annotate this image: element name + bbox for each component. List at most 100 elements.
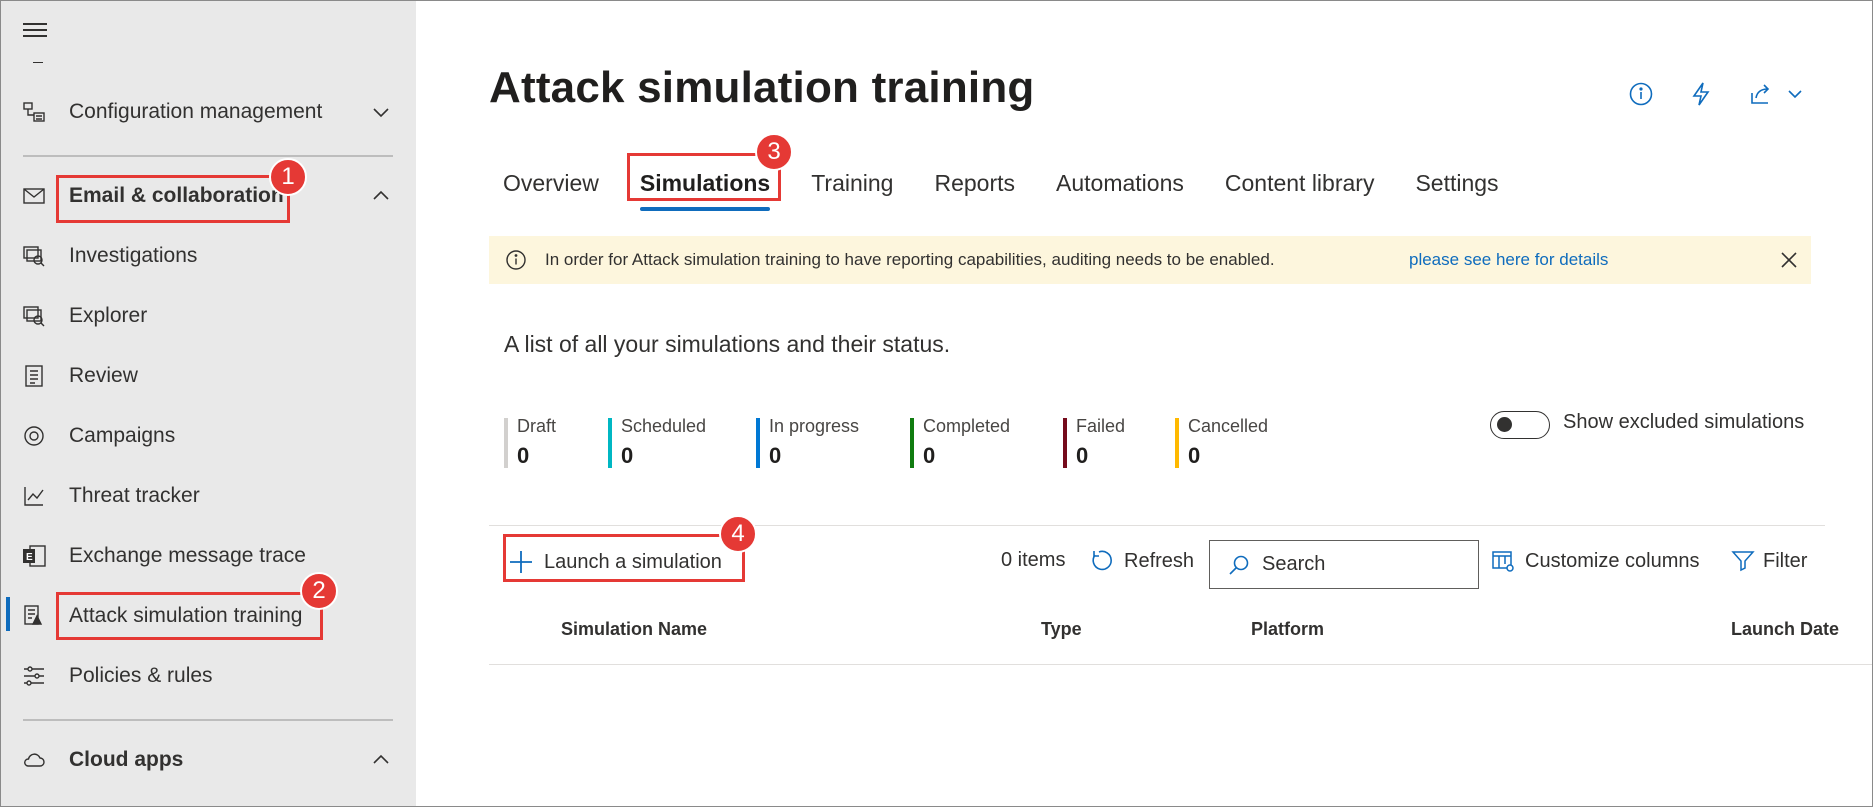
threat-tracker-icon: [21, 483, 47, 509]
sidebar: Configuration management Email & collabo…: [1, 1, 416, 806]
column-header-simulation-name[interactable]: Simulation Name: [561, 619, 707, 640]
stat-draft: Draft 0: [504, 416, 556, 468]
stat-value: 0: [1076, 443, 1089, 468]
info-icon: [506, 250, 526, 270]
hamburger-menu-icon[interactable]: [23, 23, 47, 41]
column-header-launch-date[interactable]: Launch Date: [1731, 619, 1839, 640]
stat-label: Draft: [517, 416, 557, 436]
sidebar-item-cloud-apps[interactable]: Cloud apps: [1, 735, 416, 785]
attack-simulation-icon: [21, 603, 47, 629]
share-icon[interactable]: [1746, 79, 1776, 109]
configuration-icon: [21, 99, 47, 125]
stat-label: In progress: [769, 416, 860, 436]
show-excluded-toggle[interactable]: [1490, 411, 1550, 439]
divider: [489, 525, 1825, 526]
main-content: Attack simulation training Overview Simu…: [416, 1, 1872, 806]
sidebar-item-label: Investigations: [69, 244, 198, 267]
stat-value: 0: [517, 443, 530, 468]
chevron-down-icon[interactable]: [369, 100, 393, 124]
tab-reports[interactable]: Reports: [934, 161, 1015, 205]
stat-value: 0: [621, 443, 634, 468]
callout-badge: 3: [755, 133, 793, 171]
warning-banner: In order for Attack simulation training …: [489, 236, 1811, 284]
lightning-icon[interactable]: [1686, 79, 1716, 109]
stat-value: 0: [769, 443, 782, 468]
review-icon: [21, 363, 47, 389]
stat-color-bar: [504, 418, 508, 468]
callout-highlight-launch-simulation: [503, 534, 745, 582]
filter-button[interactable]: Filter: [1731, 545, 1807, 577]
callout-highlight-email-collaboration: [56, 175, 290, 223]
stat-color-bar: [1175, 418, 1179, 468]
stat-color-bar: [608, 418, 612, 468]
sidebar-item-label: Review: [69, 364, 138, 387]
info-icon[interactable]: [1626, 79, 1656, 109]
stat-scheduled: Scheduled 0: [608, 416, 706, 468]
sidebar-item-exchange-message-trace[interactable]: E Exchange message trace: [1, 531, 416, 581]
stat-label: Completed: [923, 416, 1011, 436]
chevron-up-icon[interactable]: [369, 748, 393, 772]
banner-message: In order for Attack simulation training …: [545, 250, 1275, 269]
stat-label: Cancelled: [1188, 416, 1269, 436]
sidebar-item-label: Explorer: [69, 304, 148, 327]
mail-icon: [21, 183, 47, 209]
sidebar-item-review[interactable]: Review: [1, 351, 416, 401]
customize-columns-label: Customize columns: [1525, 549, 1700, 572]
callout-badge: 1: [269, 158, 307, 196]
divider: [489, 664, 1872, 665]
tab-training[interactable]: Training: [811, 161, 893, 205]
callout-badge: 4: [719, 515, 757, 553]
customize-columns-icon: [1492, 551, 1514, 572]
refresh-icon: [1092, 550, 1112, 571]
header-actions: [1626, 79, 1840, 109]
sidebar-item-label: Threat tracker: [69, 484, 200, 507]
sidebar-item-label: Configuration management: [69, 100, 323, 123]
stat-in-progress: In progress 0: [756, 416, 859, 468]
sidebar-item-label: Cloud apps: [69, 748, 184, 771]
sidebar-item-label: Exchange message trace: [69, 544, 306, 567]
tab-automations[interactable]: Automations: [1056, 161, 1184, 205]
filter-label: Filter: [1763, 549, 1808, 572]
stat-cancelled: Cancelled 0: [1175, 416, 1268, 468]
tab-overview[interactable]: Overview: [503, 161, 599, 205]
divider: [33, 62, 43, 63]
stat-label: Scheduled: [621, 416, 707, 436]
chevron-up-icon[interactable]: [369, 184, 393, 208]
column-header-platform[interactable]: Platform: [1251, 619, 1324, 640]
refresh-button[interactable]: Refresh: [1090, 545, 1194, 577]
sidebar-item-label: Campaigns: [69, 424, 176, 447]
items-count: 0 items: [1001, 549, 1066, 571]
callout-highlight-attack-simulation: [56, 592, 323, 640]
stat-color-bar: [1063, 418, 1067, 468]
sidebar-item-explorer[interactable]: Explorer: [1, 291, 416, 341]
close-icon[interactable]: [1779, 250, 1799, 270]
divider: [23, 155, 393, 157]
customize-columns-button[interactable]: Customize columns: [1491, 545, 1700, 577]
chevron-down-icon[interactable]: [1780, 79, 1810, 109]
stat-failed: Failed 0: [1063, 416, 1125, 468]
svg-text:E: E: [26, 552, 33, 563]
investigations-icon: [21, 243, 47, 269]
sidebar-item-campaigns[interactable]: Campaigns: [1, 411, 416, 461]
sidebar-item-threat-tracker[interactable]: Threat tracker: [1, 471, 416, 521]
search-icon: [1229, 555, 1249, 575]
stat-color-bar: [756, 418, 760, 468]
stat-label: Failed: [1076, 416, 1126, 436]
cloud-icon: [21, 747, 47, 773]
sidebar-item-investigations[interactable]: Investigations: [1, 231, 416, 281]
sidebar-item-configuration-management[interactable]: Configuration management: [1, 87, 416, 137]
toggle-label: Show excluded simulations: [1563, 411, 1805, 433]
tab-settings[interactable]: Settings: [1415, 161, 1498, 205]
banner-details-link[interactable]: please see here for details: [1409, 250, 1608, 270]
sidebar-item-policies-rules[interactable]: Policies & rules: [1, 651, 416, 701]
column-header-type[interactable]: Type: [1041, 619, 1082, 640]
policies-icon: [21, 663, 47, 689]
explorer-icon: [21, 303, 47, 329]
stat-completed: Completed 0: [910, 416, 1010, 468]
tab-content-library[interactable]: Content library: [1225, 161, 1375, 205]
search-input[interactable]: [1262, 553, 1452, 576]
stat-value: 0: [923, 443, 936, 468]
toggle-knob: [1497, 417, 1512, 432]
refresh-label: Refresh: [1124, 549, 1195, 572]
search-box[interactable]: [1209, 540, 1479, 589]
